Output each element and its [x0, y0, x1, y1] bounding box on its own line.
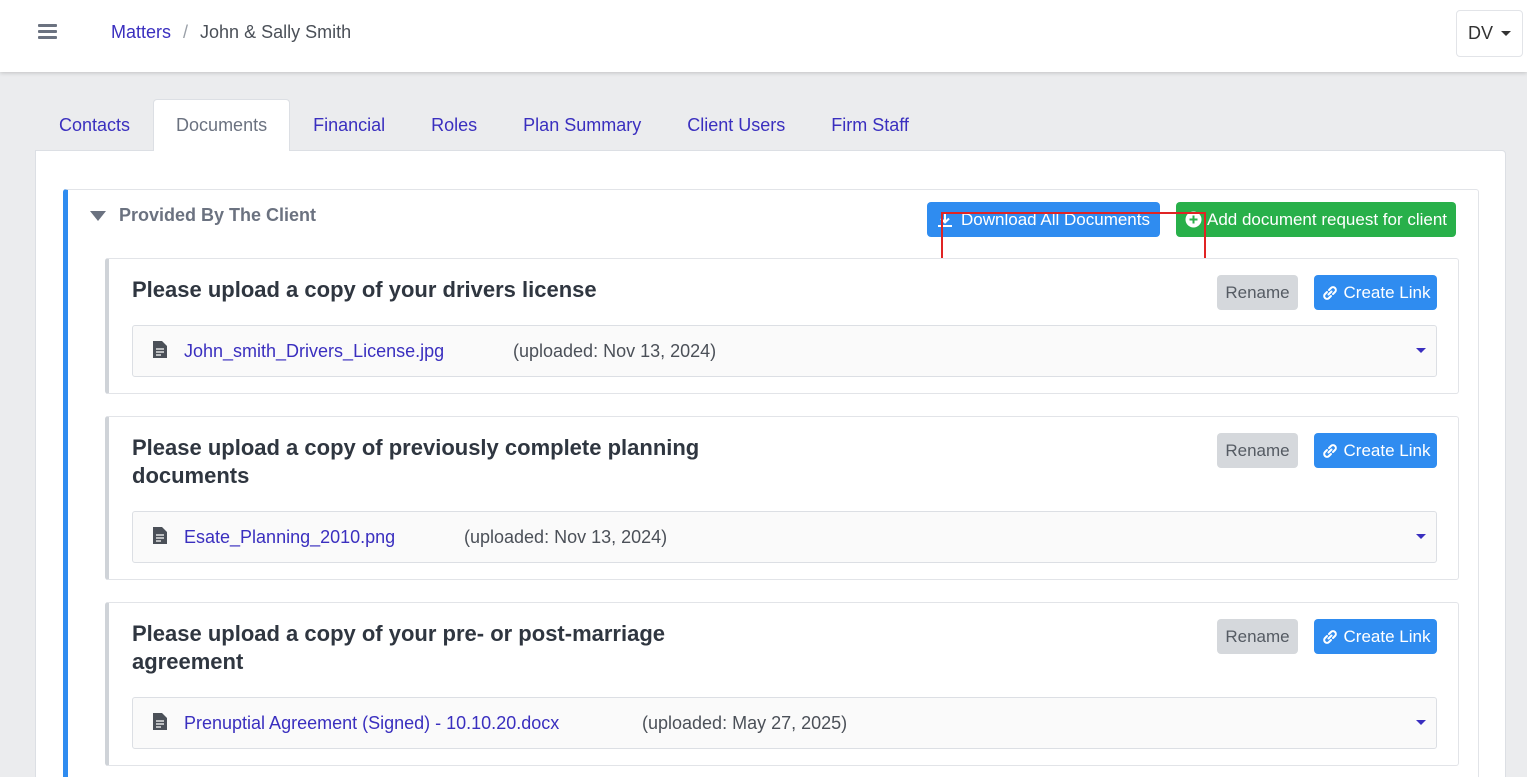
download-all-documents-button[interactable]: Download All Documents — [927, 202, 1160, 237]
file-upload-date: (uploaded: Nov 13, 2024) — [464, 527, 668, 547]
breadcrumb-matters-link[interactable]: Matters — [111, 21, 171, 43]
tab-plan-summary[interactable]: Plan Summary — [500, 99, 664, 151]
tab-documents[interactable]: Documents — [153, 99, 291, 152]
create-link-button[interactable]: Create Link — [1314, 275, 1437, 310]
download-all-label: Download All Documents — [961, 209, 1150, 229]
request-title: Please upload a copy of previously compl… — [132, 435, 700, 488]
add-document-request-button[interactable]: Add document request for client — [1176, 202, 1456, 237]
uploaded-file-row[interactable]: Prenuptial Agreement (Signed) - 10.10.20… — [132, 697, 1437, 749]
tab-financial[interactable]: Financial — [290, 99, 408, 151]
section-title: Provided By The Client — [119, 205, 317, 225]
file-icon — [153, 527, 167, 549]
create-link-label: Create Link — [1343, 626, 1431, 646]
breadcrumb-separator: / — [183, 22, 189, 42]
request-title: Please upload a copy of your drivers lic… — [132, 277, 597, 302]
link-icon — [1321, 628, 1339, 646]
chevron-down-icon[interactable] — [1416, 720, 1426, 725]
top-navbar: Matters / John & Sally Smith DV — [0, 0, 1527, 72]
user-initials: DV — [1467, 23, 1493, 43]
rename-button[interactable]: Rename — [1217, 433, 1298, 468]
file-name-link[interactable]: Prenuptial Agreement (Signed) - 10.10.20… — [184, 713, 559, 734]
matter-tabs: Contacts Documents Financial Roles Plan … — [36, 99, 932, 152]
file-icon — [153, 713, 167, 735]
request-title: Please upload a copy of your pre- or pos… — [132, 621, 666, 674]
create-link-button[interactable]: Create Link — [1314, 433, 1437, 468]
file-upload-date: (uploaded: May 27, 2025) — [642, 713, 848, 733]
tab-roles[interactable]: Roles — [408, 99, 500, 151]
chevron-down-icon[interactable] — [1416, 534, 1426, 539]
tab-contacts[interactable]: Contacts — [36, 99, 153, 151]
hamburger-icon[interactable] — [38, 24, 57, 40]
link-icon — [1321, 284, 1339, 302]
section-toggle[interactable]: Provided By The Client — [90, 205, 316, 226]
uploaded-file-row[interactable]: John_smith_Drivers_License.jpg (uploaded… — [132, 325, 1437, 377]
create-link-button[interactable]: Create Link — [1314, 619, 1437, 654]
triangle-down-icon — [90, 210, 106, 221]
document-request-card: Please upload a copy of previously compl… — [105, 416, 1459, 580]
chevron-down-icon[interactable] — [1416, 348, 1426, 353]
link-icon — [1321, 442, 1339, 460]
plus-circle-icon — [1185, 211, 1202, 228]
add-request-label: Add document request for client — [1206, 209, 1448, 229]
chevron-down-icon — [1501, 31, 1511, 36]
breadcrumb: Matters / John & Sally Smith — [111, 21, 351, 43]
tab-client-users[interactable]: Client Users — [664, 99, 808, 151]
user-menu-dropdown[interactable]: DV — [1456, 10, 1523, 57]
document-request-card: Please upload a copy of your pre- or pos… — [105, 602, 1459, 766]
file-name-link[interactable]: John_smith_Drivers_License.jpg — [184, 341, 444, 362]
documents-panel: Provided By The Client Download All Docu… — [35, 150, 1506, 777]
download-icon — [937, 212, 953, 228]
rename-button[interactable]: Rename — [1217, 275, 1298, 310]
file-upload-date: (uploaded: Nov 13, 2024) — [513, 341, 717, 361]
create-link-label: Create Link — [1343, 440, 1431, 460]
file-icon — [153, 341, 167, 363]
breadcrumb-current: John & Sally Smith — [200, 22, 352, 42]
create-link-label: Create Link — [1343, 282, 1431, 302]
file-name-link[interactable]: Esate_Planning_2010.png — [184, 527, 395, 548]
document-request-card: Please upload a copy of your drivers lic… — [105, 258, 1459, 394]
provided-by-client-section: Provided By The Client Download All Docu… — [63, 189, 1479, 777]
uploaded-file-row[interactable]: Esate_Planning_2010.png (uploaded: Nov 1… — [132, 511, 1437, 563]
rename-button[interactable]: Rename — [1217, 619, 1298, 654]
tab-firm-staff[interactable]: Firm Staff — [808, 99, 932, 151]
